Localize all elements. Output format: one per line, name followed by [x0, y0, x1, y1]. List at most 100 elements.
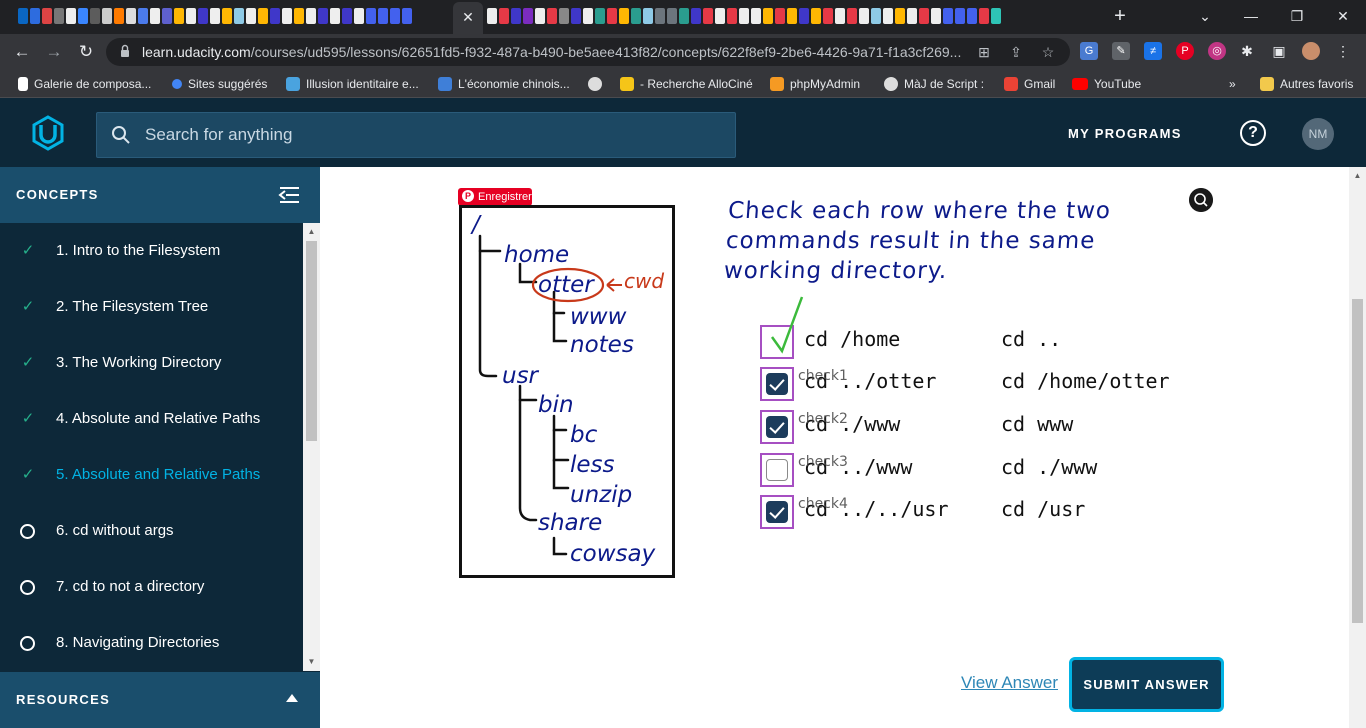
concept-item-6[interactable]: 6. cd without args [0, 503, 303, 559]
bookmark-economie[interactable]: L'économie chinois... [438, 70, 570, 98]
concept-item-5[interactable]: ✓ 5. Absolute and Relative Paths [0, 447, 303, 503]
concept-item-8[interactable]: 8. Navigating Directories [0, 615, 303, 671]
address-bar[interactable]: learn.udacity.com/courses/ud595/lessons/… [106, 38, 1070, 66]
check-icon: ✓ [21, 410, 35, 427]
search-box[interactable]: Search for anything [96, 112, 736, 158]
udacity-logo-icon[interactable] [30, 115, 66, 151]
bookmark-label: Sites suggérés [188, 77, 268, 91]
bookmark-star-icon[interactable]: ☆ [1038, 42, 1058, 62]
tree-bin: bin [538, 392, 574, 418]
my-programs-link[interactable]: MY PROGRAMS [1068, 98, 1182, 170]
bookmark-label: - Recherche AlloCiné [640, 77, 753, 91]
tree-share: share [538, 510, 602, 536]
scrollbar-thumb[interactable] [1352, 299, 1363, 623]
bookmark-phpmyadmin[interactable]: phpMyAdmin [770, 70, 860, 98]
concept-item-4[interactable]: ✓ 4. Absolute and Relative Paths [0, 391, 303, 447]
concept-item-1[interactable]: ✓ 1. Intro to the Filesystem [0, 223, 303, 279]
close-tab-icon[interactable]: ✕ [462, 9, 474, 25]
profile-avatar-icon[interactable] [1302, 42, 1320, 60]
bookmark-sites-suggeres[interactable]: Sites suggérés [172, 70, 267, 98]
scroll-down-icon[interactable]: ▼ [303, 655, 320, 669]
tree-lines: / home otter www notes usr bin bc less u… [470, 212, 664, 567]
bookmark-youtube[interactable]: YouTube [1072, 70, 1141, 98]
lock-icon [121, 44, 129, 57]
forward-icon[interactable]: → [42, 40, 66, 64]
sidepanel-icon[interactable]: ▣ [1270, 42, 1288, 60]
scroll-up-icon[interactable]: ▲ [1349, 169, 1366, 183]
back-icon[interactable]: ← [10, 40, 34, 64]
chrome-menu-icon[interactable]: ⋮ [1334, 42, 1352, 60]
pinned-tab-icons-right[interactable] [487, 8, 1001, 26]
bookmark-gmail[interactable]: Gmail [1004, 70, 1055, 98]
search-input[interactable]: Search for anything [145, 113, 292, 157]
extension-pinterest-icon[interactable]: P [1176, 42, 1194, 60]
checkbox-3[interactable] [760, 453, 794, 487]
extension-circle-icon[interactable]: ◎ [1208, 42, 1226, 60]
scrollbar-thumb[interactable] [306, 241, 317, 441]
question-line-1: Check each row where the two [727, 198, 1112, 224]
tab-search-icon[interactable]: ⌄ [1190, 4, 1220, 28]
question-line-3: working directory. [722, 258, 949, 284]
extensions-puzzle-icon[interactable]: ✱ [1238, 42, 1256, 60]
close-window-icon[interactable]: ✕ [1328, 4, 1358, 28]
page-scrollbar[interactable]: ▲ [1349, 167, 1366, 728]
tree-root: / [470, 212, 482, 238]
submit-answer-button[interactable]: SUBMIT ANSWER [1069, 657, 1224, 712]
extension-blue-icon[interactable]: ≠ [1144, 42, 1162, 60]
globe-icon [884, 76, 898, 91]
pin-label: Enregistrer [478, 191, 532, 203]
avatar[interactable]: NM [1302, 118, 1334, 150]
concept-label: 8. Navigating Directories [56, 634, 220, 651]
minimize-icon[interactable]: — [1236, 4, 1266, 28]
checkbox-4[interactable] [760, 495, 794, 529]
concept-item-3[interactable]: ✓ 3. The Working Directory [0, 335, 303, 391]
translate-icon[interactable]: ⊞ [974, 42, 994, 62]
concept-item-7[interactable]: 7. cd to not a directory [0, 559, 303, 615]
bookmark-globe[interactable] [588, 70, 608, 98]
checkbox-1[interactable] [760, 367, 794, 401]
checkbox-fill [766, 459, 788, 481]
command-right: cd /home/otter [1001, 369, 1170, 393]
bookmark-illusion[interactable]: Illusion identitaire e... [286, 70, 419, 98]
gmail-icon [1004, 76, 1018, 91]
check-icon: ✓ [21, 298, 35, 315]
bookmark-favicon [286, 76, 300, 91]
new-tab-button[interactable]: + [1108, 4, 1132, 30]
share-icon[interactable]: ⇪ [1006, 42, 1026, 62]
incomplete-circle-icon [20, 636, 35, 651]
view-answer-link[interactable]: View Answer [961, 673, 1058, 693]
tree-usr: usr [502, 363, 540, 389]
reload-icon[interactable]: ↻ [74, 40, 98, 64]
zoom-image-icon[interactable] [1189, 188, 1213, 212]
search-icon [172, 78, 182, 89]
url-text: learn.udacity.com/courses/ud595/lessons/… [142, 44, 962, 60]
other-bookmarks[interactable]: Autres favoris [1260, 70, 1353, 98]
restore-icon[interactable]: ❐ [1282, 4, 1312, 28]
bookmark-allocine[interactable]: - Recherche AlloCiné [620, 70, 753, 98]
pinned-tab-icons[interactable] [18, 8, 412, 26]
scroll-up-icon[interactable]: ▲ [303, 225, 320, 239]
command-right: cd /usr [1001, 497, 1086, 521]
bookmark-label: Illusion identitaire e... [306, 77, 419, 91]
sidebar-scrollbar[interactable]: ▲ ▼ [303, 223, 320, 671]
extension-translate-icon[interactable]: G [1080, 42, 1098, 60]
collapse-sidebar-icon[interactable] [278, 185, 300, 205]
extension-pen-icon[interactable]: ✎ [1112, 42, 1130, 60]
bookmarks-more-icon[interactable]: » [1229, 70, 1236, 98]
browser-toolbar: ← → ↻ learn.udacity.com/courses/ud595/le… [0, 34, 1366, 70]
example-check-mark-icon [770, 296, 804, 354]
concept-item-2[interactable]: ✓ 2. The Filesystem Tree [0, 279, 303, 335]
expand-up-icon[interactable] [286, 694, 298, 702]
pinterest-save-button[interactable]: P Enregistrer [458, 188, 532, 206]
udacity-header: Search for anything MY PROGRAMS ? NM [0, 98, 1366, 167]
question-line-2: commands result in the same [725, 228, 1097, 254]
active-tab[interactable]: ✕ [453, 2, 483, 34]
browser-tab-strip: ✕ + ⌄ — ❐ ✕ [0, 0, 1366, 34]
bookmark-maj-script[interactable]: MàJ de Script : [884, 70, 984, 98]
command-right: cd www [1001, 412, 1074, 436]
help-icon[interactable]: ? [1240, 120, 1266, 146]
resources-header[interactable]: RESOURCES [0, 672, 320, 728]
checkbox-2[interactable] [760, 410, 794, 444]
bookmark-galerie[interactable]: Galerie de composa... [18, 70, 151, 98]
incomplete-circle-icon [20, 524, 35, 539]
